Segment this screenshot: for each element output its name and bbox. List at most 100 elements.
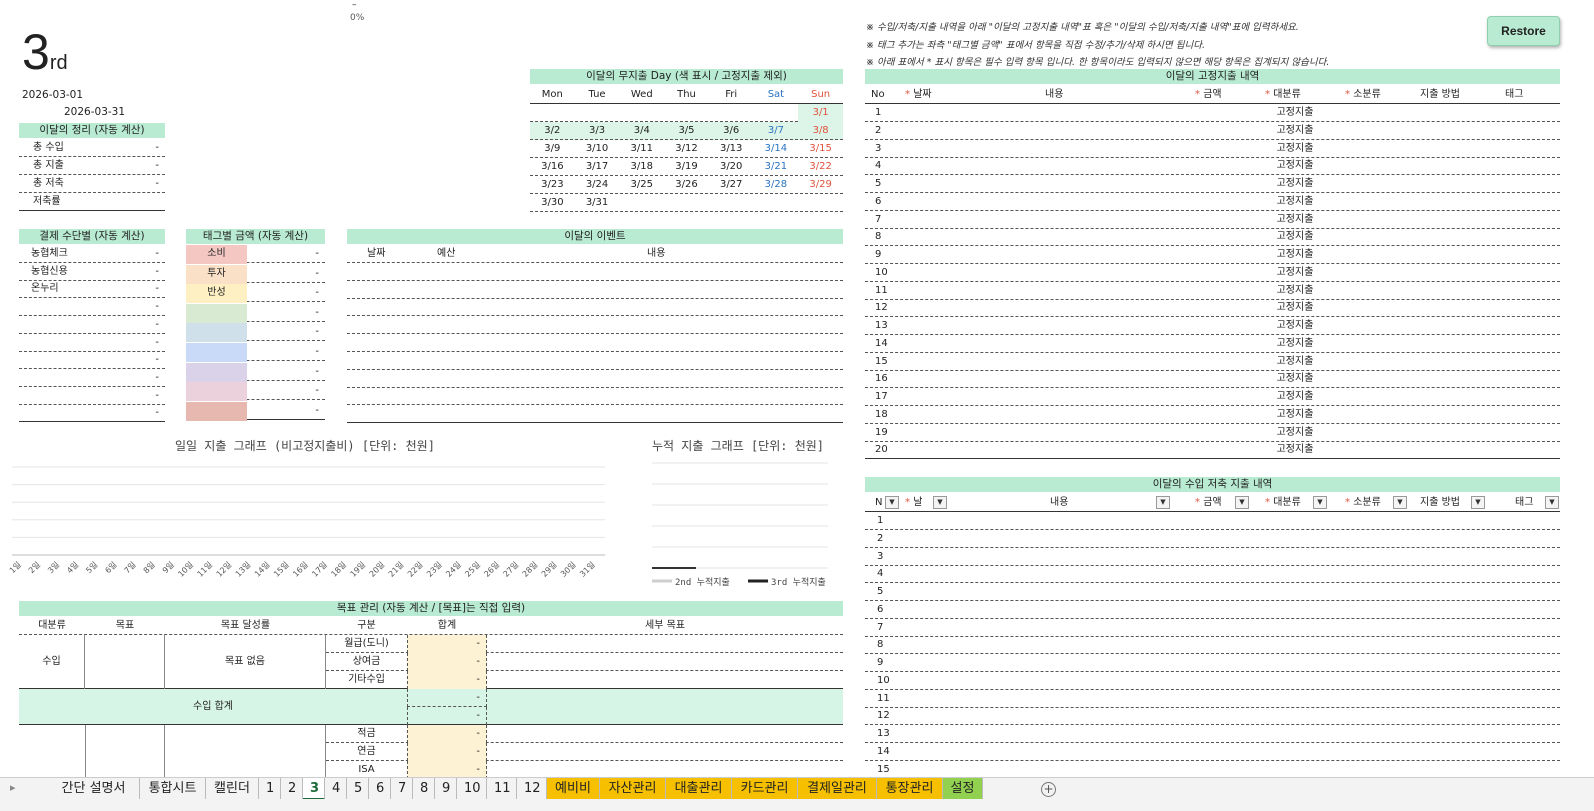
fixed-category: 고정지출 — [1276, 124, 1314, 136]
tags-header: 태그별 금액 (자동 계산) — [186, 229, 325, 244]
calendar-date — [530, 104, 575, 122]
daily-tick-label: 5일 — [84, 560, 99, 575]
sheet-tab[interactable]: 예비비 — [547, 778, 600, 800]
transaction-row-no: 3 — [877, 550, 884, 562]
tag-label: 반성 — [186, 284, 247, 304]
transaction-row-no: 1 — [877, 515, 884, 526]
table-row — [347, 316, 843, 335]
required-marker: * — [1265, 89, 1274, 100]
goal-item-value: - — [407, 653, 487, 671]
fixed-row-no: 2 — [875, 124, 882, 136]
cumulative-chart-title: 누적 지출 그래프 [단위: 천원] — [652, 439, 825, 453]
fixed-category: 고정지출 — [1276, 266, 1314, 278]
sheet-tab[interactable]: 카드관리 — [732, 778, 798, 800]
sheet-tab[interactable]: 대출관리 — [666, 778, 732, 800]
goal-item-value: - — [407, 671, 487, 689]
goals-header: 목표 관리 (자동 계산 / [목표]는 직접 입력) — [19, 601, 843, 616]
sheet-tab[interactable]: 자산관리 — [600, 778, 666, 800]
events-table: 이달의 이벤트 날짜 예산 내용 — [347, 229, 843, 424]
sheet-tab[interactable]: 설정 — [943, 778, 983, 800]
transaction-row-no: 7 — [877, 621, 884, 633]
calendar-date: 3/7 — [767, 125, 784, 136]
sheet-tab[interactable]: 4 — [325, 778, 347, 800]
table-row — [347, 334, 843, 352]
goal-income-total-label: 수입 합계 — [193, 701, 233, 712]
sheet-tab[interactable]: 12 — [517, 778, 547, 800]
sheet-tab[interactable]: 캘린더 — [206, 778, 259, 800]
goal-saving-item: ISA - — [326, 761, 843, 777]
sheet-tab[interactable]: 1 — [259, 778, 281, 800]
calendar-date: 3/23 — [541, 179, 564, 190]
transaction-col-header: * 금액 — [1195, 494, 1265, 512]
sheet-tab[interactable]: 8 — [413, 778, 435, 800]
filter-dropdown-icon[interactable]: ▼ — [1235, 496, 1249, 509]
transaction-row-no: 8 — [877, 639, 884, 651]
filter-dropdown-icon[interactable]: ▼ — [1313, 496, 1327, 509]
table-row: - — [186, 401, 325, 421]
goal-item-value: - — [407, 761, 487, 777]
sheet-tab[interactable]: 9 — [435, 778, 457, 800]
sheet-tab[interactable]: 결제일관리 — [798, 778, 877, 800]
transaction-row-no: 9 — [877, 657, 884, 668]
filter-dropdown-icon[interactable]: ▼ — [1393, 496, 1407, 509]
tag-value: - — [315, 385, 319, 397]
sheet-tab[interactable]: 10 — [457, 778, 487, 800]
sheet-tab[interactable]: 7 — [391, 778, 413, 800]
table-row: 14 — [865, 743, 1560, 761]
payment-value: - — [155, 248, 159, 259]
table-row: 3/30 3/31 — [530, 194, 843, 212]
table-row: - — [19, 369, 165, 387]
sheet-tab[interactable]: 3 — [303, 778, 325, 800]
table-row: 대분류 목표 목표 달성률 구분 합계 세부 목표 — [19, 617, 843, 635]
fixed-category: 고정지출 — [1276, 107, 1314, 118]
sheet-tab[interactable]: 2 — [281, 778, 303, 800]
sheet-tab[interactable]: 간단 설명서 — [48, 778, 140, 800]
calendar-date: 3/13 — [719, 143, 743, 154]
tag-label — [186, 382, 247, 402]
summary-header: 이달의 정리 (자동 계산) — [19, 123, 165, 138]
restore-label: Restore — [1501, 24, 1546, 38]
summary-value — [119, 193, 159, 211]
transaction-table: 이달의 수입 저축 지출 내역 N ▼ * 날 ▼ 내용 ▼ * 금액 ▼ * 대분류 ▼ * 소분… — [865, 477, 1560, 777]
restore-button[interactable]: Restore — [1487, 16, 1560, 46]
required-marker: * — [905, 497, 914, 508]
fixed-col-header: * 대분류 — [1265, 86, 1355, 104]
tab-scroll-arrow[interactable]: ▸ — [10, 781, 16, 794]
sheet-tab[interactable]: 5 — [347, 778, 369, 800]
filter-dropdown-icon[interactable]: ▼ — [933, 496, 947, 509]
goal-saving-target[interactable] — [85, 725, 165, 777]
calendar-date: 3/28 — [764, 179, 788, 190]
goal-income-target[interactable] — [85, 635, 165, 689]
goal-item-label: 기타수입 — [348, 674, 385, 685]
calendar-date: 3/1 — [798, 104, 843, 122]
sheet-tab[interactable]: 통합시트 — [140, 778, 206, 800]
sheet-tab[interactable]: 통장관리 — [877, 778, 943, 800]
sheet-tab[interactable]: 6 — [369, 778, 391, 800]
no-spend-calendar: 이달의 무지출 Day (색 표시 / 고정지출 제외) Mon Tue Wed Th… — [530, 69, 843, 212]
filter-dropdown-icon[interactable]: ▼ — [1471, 496, 1485, 509]
daily-tick-label: 22일 — [406, 560, 425, 579]
fixed-row-no: 10 — [875, 266, 888, 278]
add-sheet-button[interactable]: + — [1041, 782, 1056, 797]
fixed-row-no: 1 — [875, 107, 882, 118]
required-marker: * — [1345, 89, 1354, 100]
fixed-row-no: 6 — [875, 195, 882, 207]
sheet-tab[interactable]: 11 — [487, 778, 517, 800]
payment-value: - — [155, 265, 159, 277]
table-row: - — [19, 298, 165, 317]
payment-value: - — [155, 336, 159, 348]
table-row: 3/1 — [530, 104, 843, 122]
calendar-date: 3/10 — [585, 143, 609, 154]
table-row: - — [186, 303, 325, 323]
calendar-date: 3/20 — [719, 161, 743, 172]
filter-dropdown-icon[interactable]: ▼ — [1545, 496, 1559, 509]
table-row: 온누리 - — [19, 280, 165, 299]
fixed-category: 고정지출 — [1276, 178, 1314, 189]
transaction-row-no: 6 — [877, 603, 884, 615]
calendar-date — [709, 194, 754, 212]
table-row — [347, 298, 843, 317]
calendar-day-header: Tue — [588, 89, 606, 100]
filter-dropdown-icon[interactable]: ▼ — [1156, 496, 1170, 509]
filter-dropdown-icon[interactable]: ▼ — [885, 496, 899, 509]
fixed-col-label: 소분류 — [1353, 89, 1381, 100]
